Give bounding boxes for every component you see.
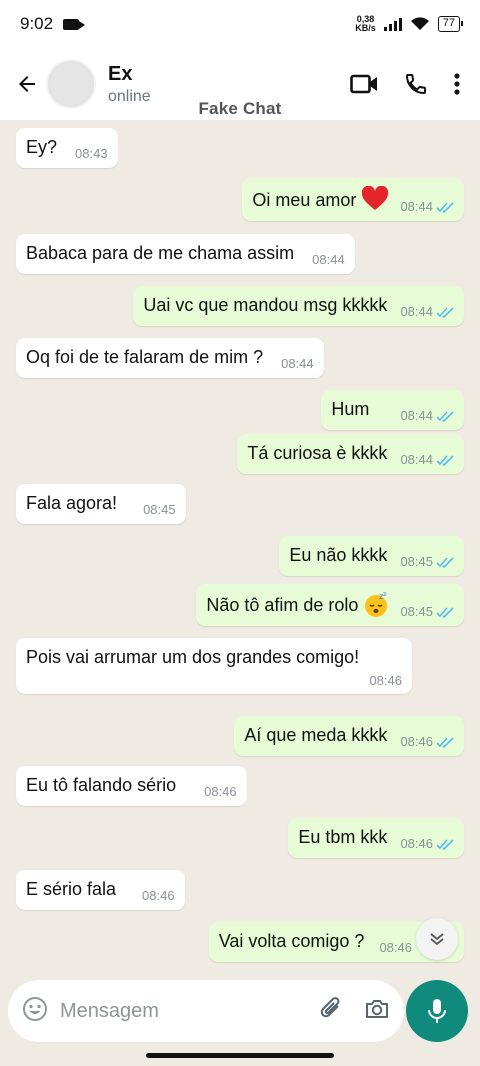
- message-outgoing[interactable]: Eu não kkkk 08:45: [279, 536, 464, 576]
- camera-icon[interactable]: [364, 997, 390, 1026]
- mic-button[interactable]: [406, 980, 468, 1042]
- double-check-icon: [436, 737, 454, 748]
- message-text: Eu tbm kkk: [298, 827, 388, 847]
- message-outgoing[interactable]: Aí que meda kkkk 08:46: [234, 716, 464, 756]
- message-text: Hum: [331, 399, 370, 419]
- emoji-icon[interactable]: [22, 996, 48, 1027]
- double-check-icon: [436, 411, 454, 422]
- mic-icon: [428, 999, 446, 1023]
- network-speed-unit: KB/s: [355, 23, 376, 33]
- message-time: 08:44: [400, 408, 433, 423]
- more-vert-icon[interactable]: [454, 73, 460, 95]
- double-check-icon: [436, 839, 454, 850]
- double-check-icon: [436, 202, 454, 213]
- red-heart-icon: [362, 186, 389, 210]
- contact-name: Ex: [108, 62, 133, 85]
- message-text: Eu tô falando sério: [26, 775, 177, 795]
- status-bar: 9:02 0,38 KB/s 77: [0, 0, 480, 48]
- message-text: Aí que meda kkkk: [244, 725, 388, 745]
- message-text: E sério fala: [26, 879, 117, 899]
- message-incoming[interactable]: Eu tô falando sério 08:46: [16, 766, 247, 806]
- video-call-icon[interactable]: [350, 73, 378, 95]
- double-check-icon: [436, 607, 454, 618]
- message-text: Babaca para de me chama assim: [26, 243, 295, 263]
- message-time: 08:44: [400, 199, 433, 214]
- message-time: 08:46: [142, 888, 175, 903]
- message-time: 08:45: [400, 604, 433, 619]
- message-text: Tá curiosa è kkkk: [247, 443, 388, 463]
- message-text: Oq foi de te falaram de mim ?: [26, 347, 264, 367]
- composer: [0, 976, 480, 1046]
- message-time: 08:46: [369, 673, 402, 688]
- message-incoming[interactable]: Ey? 08:43: [16, 128, 118, 168]
- message-text: Eu não kkkk: [289, 545, 388, 565]
- screen-record-icon: [63, 18, 86, 30]
- message-time: 08:46: [379, 940, 412, 955]
- message-time: 08:43: [75, 146, 108, 161]
- message-incoming[interactable]: Oq foi de te falaram de mim ? 08:44: [16, 338, 324, 378]
- message-list[interactable]: Ey? 08:43 Oi meu amor 08:44 Babaca para d…: [0, 120, 480, 972]
- message-text: Ey?: [26, 137, 58, 157]
- message-incoming[interactable]: E sério fala 08:46: [16, 870, 185, 910]
- message-outgoing[interactable]: Oi meu amor 08:44: [242, 178, 464, 221]
- message-outgoing[interactable]: Uai vc que mandou msg kkkkk 08:44: [133, 286, 464, 326]
- message-text: Vai volta comigo ?: [218, 931, 365, 951]
- message-time: 08:44: [400, 452, 433, 467]
- double-chevron-down-icon[interactable]: [416, 918, 458, 960]
- message-time: 08:46: [204, 784, 237, 799]
- battery-indicator: 77: [437, 16, 464, 32]
- message-text: Pois vai arrumar um dos grandes comigo!: [26, 647, 360, 667]
- message-text: Fala agora!: [26, 493, 118, 513]
- message-time: 08:44: [281, 356, 314, 371]
- message-time: 08:45: [400, 554, 433, 569]
- message-time: 08:45: [143, 502, 176, 517]
- double-check-icon: [436, 455, 454, 466]
- message-outgoing[interactable]: Hum 08:44: [321, 390, 464, 430]
- home-indicator[interactable]: [146, 1053, 334, 1058]
- wifi-icon: [410, 17, 429, 30]
- message-outgoing[interactable]: Tá curiosa è kkkk 08:44: [237, 434, 464, 474]
- message-time: 08:44: [312, 252, 345, 267]
- double-check-icon: [436, 307, 454, 318]
- watermark: Fake Chat: [198, 99, 282, 118]
- network-speed: 0,38 KB/s: [355, 15, 376, 33]
- message-time: 08:44: [400, 304, 433, 319]
- message-incoming[interactable]: Pois vai arrumar um dos grandes comigo! …: [16, 638, 412, 694]
- status-time: 9:02: [20, 14, 54, 33]
- arrow-left-icon[interactable]: [12, 69, 42, 99]
- message-outgoing[interactable]: Eu tbm kkk 08:46: [288, 818, 464, 858]
- signal-icon: [383, 17, 402, 31]
- message-time: 08:46: [400, 836, 433, 851]
- sleeping-face-icon: zz: [365, 592, 388, 617]
- message-text: Oi meu amor: [252, 190, 357, 210]
- double-check-icon: [436, 557, 454, 568]
- paperclip-icon[interactable]: [318, 996, 344, 1027]
- message-incoming[interactable]: Fala agora! 08:45: [16, 484, 186, 524]
- message-input-container: [8, 980, 404, 1042]
- message-text: Não tô afim de rolo: [206, 595, 359, 615]
- message-incoming[interactable]: Babaca para de me chama assim 08:44: [16, 234, 355, 274]
- message-text: Uai vc que mandou msg kkkkk: [143, 295, 388, 315]
- svg-text:z: z: [383, 592, 386, 598]
- message-input[interactable]: [60, 999, 300, 1023]
- message-outgoing[interactable]: Não tô afim de rolo zz 08:45: [196, 584, 464, 626]
- phone-icon[interactable]: [404, 72, 428, 96]
- message-time: 08:46: [400, 734, 433, 749]
